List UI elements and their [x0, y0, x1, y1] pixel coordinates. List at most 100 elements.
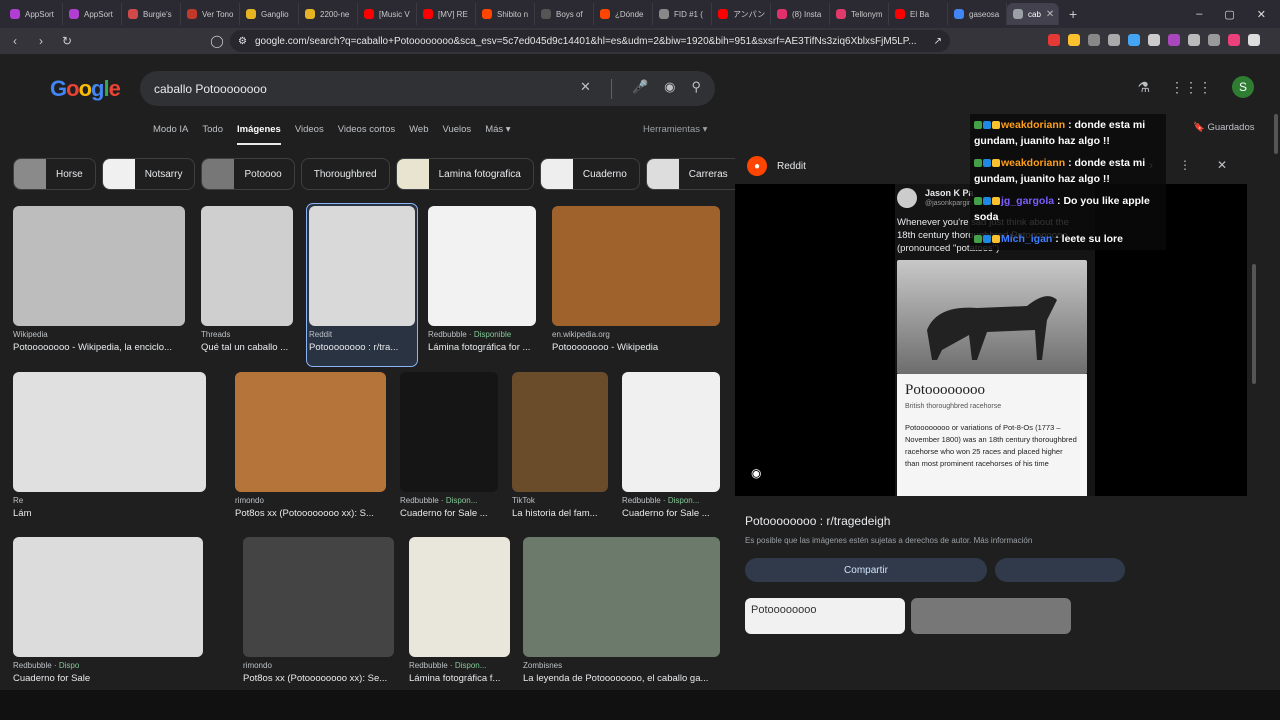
browser-tab[interactable]: FID #1 ( — [653, 3, 712, 25]
extension-icon[interactable] — [1208, 34, 1220, 46]
filter-chip[interactable]: Cuaderno — [539, 158, 640, 190]
extension-icon[interactable] — [1188, 34, 1200, 46]
back-icon[interactable]: ‹ — [8, 34, 22, 48]
browser-tab[interactable]: アンパン — [712, 3, 771, 25]
tools-button[interactable]: Herramientas ▾ — [643, 124, 707, 135]
browser-tab[interactable]: ¿Dónde — [594, 3, 653, 25]
filter-chip[interactable]: Lamina fotografica — [395, 158, 534, 190]
search-tab[interactable]: Modo IA — [153, 124, 188, 145]
window-control-button[interactable]: ✕ — [1257, 8, 1266, 21]
related-image[interactable] — [911, 598, 1071, 634]
close-tab-icon[interactable]: ✕ — [1046, 9, 1054, 20]
chat-badge-icon — [974, 197, 982, 206]
browser-tab-active[interactable]: cab ✕ — [1007, 3, 1059, 25]
filter-chip[interactable]: Notsarry — [101, 158, 196, 190]
filter-chip[interactable]: Potoooo — [201, 158, 295, 190]
image-result[interactable]: Zombisnes La leyenda de Potoooooooo, el c… — [521, 535, 722, 697]
extension-icon[interactable] — [1108, 34, 1120, 46]
image-result[interactable]: Redbubble · Dispon... Lámina fotográfica … — [407, 535, 512, 697]
search-tab[interactable]: Imágenes — [237, 124, 281, 145]
extension-icon[interactable] — [1128, 34, 1140, 46]
microphone-icon[interactable]: 🎤 — [632, 79, 648, 99]
extension-icon[interactable] — [1068, 34, 1080, 46]
browser-tab[interactable]: Ganglio — [240, 3, 299, 25]
image-result[interactable]: Wikipedia Potoooooooo - Wikipedia, la enc… — [11, 204, 187, 366]
browser-tab[interactable]: 2200-ne — [299, 3, 358, 25]
panel-site[interactable]: Reddit — [777, 161, 806, 172]
visit-button[interactable] — [995, 558, 1125, 582]
panel-title[interactable]: Potoooooooo : r/tragedeigh — [745, 514, 890, 528]
site-info-icon[interactable]: ⚙ — [238, 36, 247, 47]
page-scrollbar[interactable] — [1274, 114, 1278, 154]
share-icon[interactable]: ↗ — [934, 36, 942, 47]
search-query[interactable]: caballo Potoooooooo — [154, 82, 580, 96]
more-icon[interactable]: ⋮ — [1179, 158, 1191, 172]
browser-tab[interactable]: Ver Tono — [181, 3, 240, 25]
search-input[interactable]: caballo Potoooooooo ✕ 🎤 ◉ ⚲ — [140, 71, 715, 106]
address-bar[interactable]: ⚙ google.com/search?q=caballo+Potooooooo… — [230, 30, 950, 52]
lens-search-icon[interactable]: ◉ — [751, 466, 761, 480]
browser-tab[interactable]: Burgie's — [122, 3, 181, 25]
image-result[interactable]: Redbubble · Dispo Cuaderno for Sale — [11, 535, 205, 697]
image-result[interactable]: Redbubble · Dispon... Cuaderno for Sale .… — [620, 370, 722, 532]
share-button[interactable]: Compartir — [745, 558, 987, 582]
browser-tab[interactable]: [MV] RE — [417, 3, 476, 25]
extension-icon[interactable] — [1228, 34, 1240, 46]
chat-badge-icon — [974, 159, 982, 168]
forward-icon[interactable]: › — [34, 34, 48, 48]
image-result[interactable]: en.wikipedia.org Potoooooooo - Wikipedia — [550, 204, 722, 366]
extension-icon[interactable] — [1048, 34, 1060, 46]
browser-tab[interactable]: (8) Insta — [771, 3, 830, 25]
image-result[interactable]: Redbubble · Dispon... Cuaderno for Sale .… — [398, 370, 500, 532]
saved-button[interactable]: 🔖 Guardados — [1193, 122, 1254, 133]
filter-chip[interactable]: Carreras — [645, 158, 741, 190]
search-tab[interactable]: Más ▾ — [485, 124, 510, 145]
image-result[interactable]: TikTok La historia del fam... — [510, 370, 610, 532]
search-icon[interactable]: ⚲ — [691, 79, 701, 99]
browser-tab[interactable]: Boys of — [535, 3, 594, 25]
image-result[interactable]: rimondo Pot8os xx (Potoooooooo xx): S... — [233, 370, 388, 532]
browser-tab[interactable]: El Ba — [889, 3, 948, 25]
browser-tab[interactable]: Tellonym — [830, 3, 889, 25]
filter-chip[interactable]: Thoroughbred — [300, 158, 390, 190]
search-tab[interactable]: Videos — [295, 124, 324, 145]
image-result[interactable]: Threads Qué tal un caballo ... — [199, 204, 295, 366]
result-thumbnail — [13, 372, 206, 492]
image-result[interactable]: Reddit Potoooooooo : r/tra... — [306, 203, 418, 367]
search-tab[interactable]: Todo — [202, 124, 223, 145]
source-name: Wikipedia — [13, 330, 48, 339]
browser-tab[interactable]: Shibito n — [476, 3, 535, 25]
close-icon[interactable]: ✕ — [1217, 158, 1227, 172]
browser-tab[interactable]: AppSort — [63, 3, 122, 25]
image-result[interactable]: Redbubble · Disponible Lámina fotográfica… — [426, 204, 538, 366]
menu-icon[interactable] — [1248, 34, 1260, 46]
window-control-button[interactable]: ▢ — [1224, 8, 1234, 21]
image-result[interactable]: Re Lám — [11, 370, 208, 532]
search-tab[interactable]: Videos cortos — [338, 124, 395, 145]
apps-grid-icon[interactable]: ⋮⋮⋮ — [1170, 79, 1212, 96]
search-tab[interactable]: Web — [409, 124, 428, 145]
bookmark-icon[interactable]: ◯ — [210, 34, 224, 48]
extension-icon[interactable] — [1168, 34, 1180, 46]
chip-label: Horse — [56, 168, 83, 180]
browser-tab[interactable]: AppSort — [4, 3, 63, 25]
search-tab[interactable]: Vuelos — [442, 124, 471, 145]
reload-icon[interactable]: ↻ — [60, 34, 74, 48]
google-logo[interactable]: Google — [50, 76, 121, 102]
labs-icon[interactable]: ⚗ — [1137, 79, 1150, 96]
lens-icon[interactable]: ◉ — [664, 79, 675, 99]
window-control-button[interactable]: – — [1196, 8, 1202, 21]
chat-badge-icon — [992, 121, 1000, 130]
browser-tab[interactable]: [Music V — [358, 3, 417, 25]
image-result[interactable]: rimondo Pot8os xx (Potoooooooo xx): Se... — [241, 535, 396, 697]
new-tab-button[interactable]: + — [1059, 6, 1087, 22]
clear-icon[interactable]: ✕ — [580, 79, 591, 99]
avatar[interactable]: S — [1232, 76, 1254, 98]
result-title: Qué tal un caballo ... — [201, 342, 289, 353]
filter-chip[interactable]: Horse — [13, 158, 96, 190]
browser-tab[interactable]: gaseosa — [948, 3, 1007, 25]
related-image[interactable]: Potoooooooo — [745, 598, 905, 634]
scrollbar[interactable] — [1252, 264, 1256, 384]
extension-icon[interactable] — [1148, 34, 1160, 46]
extension-icon[interactable] — [1088, 34, 1100, 46]
